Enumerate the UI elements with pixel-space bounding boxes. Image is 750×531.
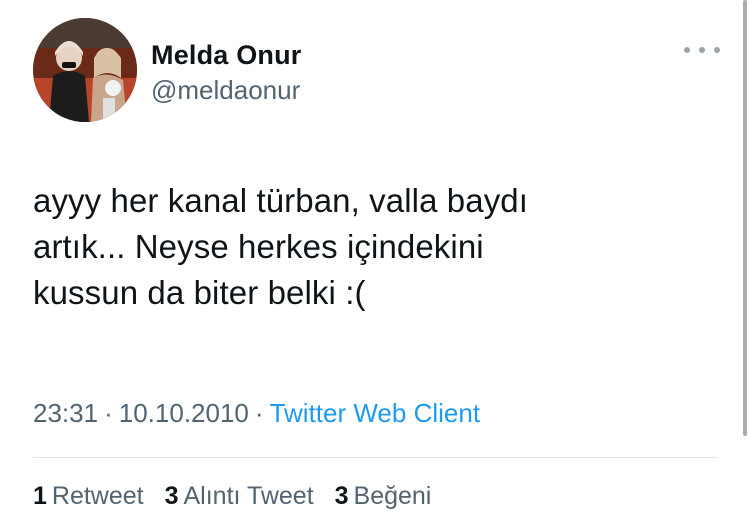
scrollbar[interactable] — [743, 0, 747, 436]
likes-stat[interactable]: 3 Beğeni — [335, 482, 432, 511]
quote-tweets-label: Alıntı Tweet — [183, 482, 314, 510]
meta-separator: · — [254, 398, 264, 428]
user-handle[interactable]: @meldaonur — [151, 75, 300, 106]
retweets-label: Retweet — [51, 482, 144, 510]
quote-tweets-stat[interactable]: 3 Alıntı Tweet — [165, 482, 314, 511]
avatar[interactable] — [33, 18, 137, 122]
quote-tweets-count: 3 — [164, 482, 179, 510]
tweet-stats: 1 Retweet 3 Alıntı Tweet 3 Beğeni — [33, 482, 445, 511]
more-options-icon-dot — [699, 47, 705, 53]
tweet-client-link[interactable]: Twitter Web Client — [270, 398, 480, 428]
tweet-text-line: kussun da biter belki :( — [33, 274, 366, 311]
more-options-icon — [684, 47, 690, 53]
likes-label: Beğeni — [353, 482, 432, 510]
more-options-icon-dot — [714, 47, 720, 53]
tweet-time[interactable]: 23:31 — [33, 398, 98, 428]
retweets-stat[interactable]: 1 Retweet — [33, 482, 144, 511]
divider — [33, 457, 717, 458]
meta-separator: · — [104, 398, 113, 428]
profile-photo — [33, 18, 137, 122]
tweet-card: Melda Onur @meldaonur ayyy her kanal tür… — [0, 0, 750, 531]
tweet-text: ayyy her kanal türban, valla baydı artık… — [33, 178, 723, 316]
user-name[interactable]: Melda Onur — [151, 40, 302, 71]
tweet-metadata: 23:31 · 10.10.2010 · Twitter Web Client — [33, 398, 480, 429]
likes-count: 3 — [334, 482, 349, 510]
tweet-date[interactable]: 10.10.2010 — [119, 398, 249, 428]
retweets-count: 1 — [33, 482, 47, 510]
tweet-text-line: artık... Neyse herkes içindekini — [33, 228, 484, 265]
more-options-button[interactable] — [684, 42, 720, 58]
tweet-text-line: ayyy her kanal türban, valla baydı — [33, 182, 529, 219]
